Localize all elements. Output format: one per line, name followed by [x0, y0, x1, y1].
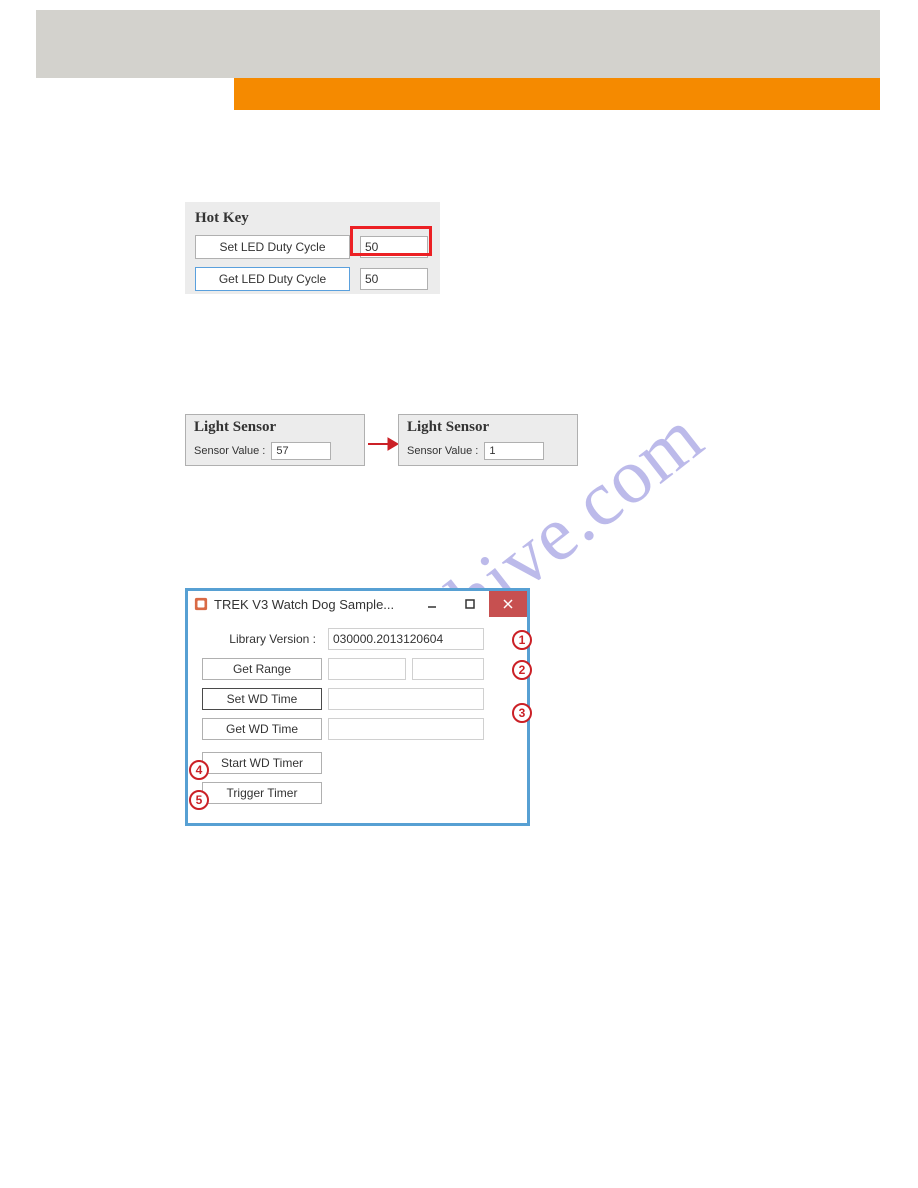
minimize-button[interactable]: [413, 591, 451, 617]
maximize-icon: [464, 598, 476, 610]
sensor-value-right: 1: [484, 442, 544, 460]
start-wd-timer-row: Start WD Timer: [202, 751, 513, 775]
callout-3: 3: [512, 703, 532, 723]
watchdog-window: TREK V3 Watch Dog Sample... Library Vers…: [185, 588, 530, 826]
get-wd-time-output: [328, 718, 484, 740]
light-sensor-title-left: Light Sensor: [194, 419, 356, 436]
get-led-row: Get LED Duty Cycle 50: [195, 267, 430, 291]
get-range-row: Get Range: [202, 657, 513, 681]
library-version-value: 030000.2013120604: [328, 628, 484, 650]
maximize-button[interactable]: [451, 591, 489, 617]
get-led-duty-cycle-button[interactable]: Get LED Duty Cycle: [195, 267, 350, 291]
set-led-duty-cycle-button[interactable]: Set LED Duty Cycle: [195, 235, 350, 259]
watchdog-titlebar: TREK V3 Watch Dog Sample...: [188, 591, 527, 617]
set-wd-time-input[interactable]: [328, 688, 484, 710]
hot-key-title: Hot Key: [195, 210, 430, 227]
set-wd-time-row: Set WD Time: [202, 687, 513, 711]
library-version-label: Library Version :: [202, 632, 322, 646]
arrow-right-icon: [368, 436, 398, 452]
watchdog-body: Library Version : 030000.2013120604 Get …: [188, 617, 527, 821]
sensor-value-label-right: Sensor Value :: [407, 445, 478, 457]
callout-4: 4: [189, 760, 209, 780]
set-wd-time-button[interactable]: Set WD Time: [202, 688, 322, 710]
light-sensor-panel-left: Light Sensor Sensor Value : 57: [185, 414, 365, 466]
get-wd-time-button[interactable]: Get WD Time: [202, 718, 322, 740]
close-button[interactable]: [489, 591, 527, 617]
range-low-input[interactable]: [328, 658, 406, 680]
get-range-button[interactable]: Get Range: [202, 658, 322, 680]
light-sensor-panel-right: Light Sensor Sensor Value : 1: [398, 414, 578, 466]
callout-1: 1: [512, 630, 532, 650]
close-icon: [502, 598, 514, 610]
get-led-value-output: 50: [360, 268, 428, 290]
light-sensor-row-right: Sensor Value : 1: [407, 442, 569, 460]
callout-2: 2: [512, 660, 532, 680]
app-icon: [194, 597, 208, 611]
minimize-icon: [426, 598, 438, 610]
callout-5: 5: [189, 790, 209, 810]
light-sensor-row-left: Sensor Value : 57: [194, 442, 356, 460]
header-gray-bar: [36, 10, 880, 78]
trigger-timer-row: Trigger Timer: [202, 781, 513, 805]
get-wd-time-row: Get WD Time: [202, 717, 513, 741]
library-version-row: Library Version : 030000.2013120604: [202, 627, 513, 651]
red-highlight-box: [350, 226, 432, 256]
range-high-input[interactable]: [412, 658, 484, 680]
trigger-timer-button[interactable]: Trigger Timer: [202, 782, 322, 804]
header-white-tab: [36, 78, 234, 110]
start-wd-timer-button[interactable]: Start WD Timer: [202, 752, 322, 774]
sensor-value-label-left: Sensor Value :: [194, 445, 265, 457]
watchdog-title-text: TREK V3 Watch Dog Sample...: [214, 597, 394, 612]
light-sensor-title-right: Light Sensor: [407, 419, 569, 436]
sensor-value-left: 57: [271, 442, 331, 460]
